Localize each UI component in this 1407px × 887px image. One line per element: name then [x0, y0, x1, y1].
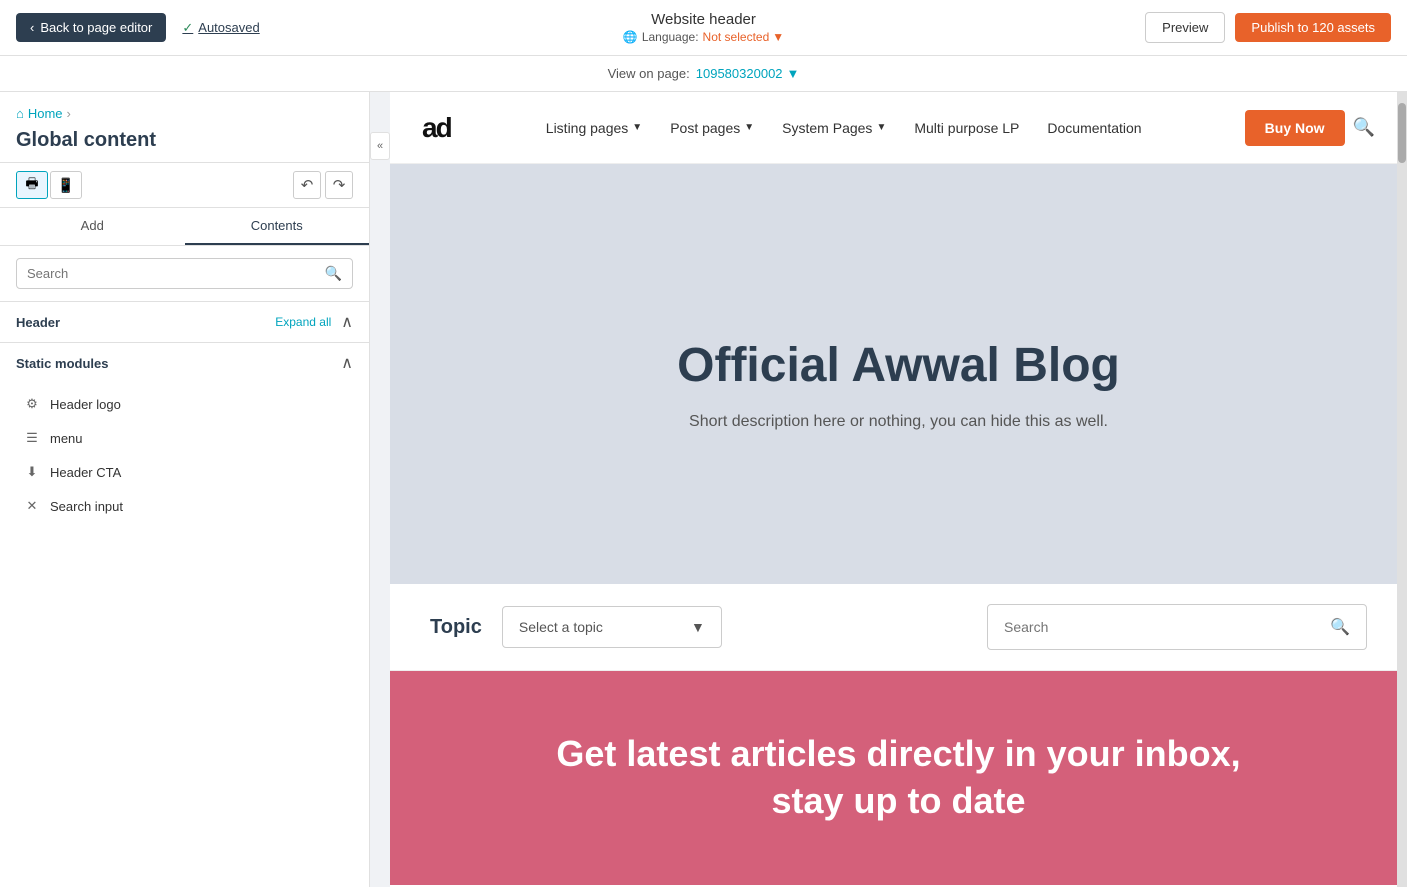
sidebar-search-area: 🔍: [0, 246, 369, 302]
search-input[interactable]: [27, 266, 317, 281]
chevron-down-icon: ▼: [772, 30, 784, 44]
check-icon: ✓: [182, 20, 193, 36]
desktop-device-button[interactable]: 🖶: [16, 171, 48, 199]
filter-search-wrap: 🔍: [987, 604, 1367, 650]
site-menu: Listing pages ▼ Post pages ▼ System Page…: [532, 112, 1156, 144]
autosaved-label[interactable]: ✓ Autosaved: [182, 20, 259, 36]
filter-row: Topic Select a topic ▼ 🔍: [390, 584, 1407, 671]
globe-icon: 🌐: [623, 30, 638, 44]
sidebar: ⌂ Home › Global content 🖶 📱 ↶ ↷ Add: [0, 92, 370, 887]
back-to-editor-button[interactable]: ‹ Back to page editor: [16, 13, 166, 42]
filter-search-icon: 🔍: [1330, 617, 1350, 637]
module-item-header-logo[interactable]: ⚙ Header logo: [0, 387, 369, 421]
topic-select-placeholder: Select a topic: [519, 619, 603, 635]
static-modules-title: Static modules: [16, 356, 108, 371]
top-bar-center: Website header 🌐 Language: Not selected …: [623, 11, 784, 44]
header-section-header: Header Expand all ∧: [0, 302, 369, 342]
static-modules-collapse-button[interactable]: ∧: [341, 353, 353, 373]
site-nav: ad Listing pages ▼ Post pages ▼ System P…: [390, 92, 1407, 164]
sidebar-page-title: Global content: [16, 129, 353, 152]
sidebar-collapse-button[interactable]: «: [370, 132, 390, 160]
sidebar-header: ⌂ Home › Global content: [0, 92, 369, 163]
menu-item-listing-pages[interactable]: Listing pages ▼: [532, 112, 656, 144]
preview-wrap: ad Listing pages ▼ Post pages ▼ System P…: [390, 92, 1407, 887]
hero-section: Official Awwal Blog Short description he…: [390, 164, 1407, 584]
mobile-icon: 📱: [57, 177, 74, 194]
hero-title: Official Awwal Blog: [677, 338, 1120, 393]
header-section-title: Header: [16, 315, 60, 330]
breadcrumb[interactable]: ⌂ Home ›: [16, 106, 353, 121]
module-list: ⚙ Header logo ☰ menu ⬇ Header CTA ✕ Sear…: [0, 383, 369, 527]
nav-search-icon[interactable]: 🔍: [1353, 117, 1375, 138]
scroll-thumb[interactable]: [1398, 103, 1406, 163]
menu-item-post-pages[interactable]: Post pages ▼: [656, 112, 768, 144]
undo-button[interactable]: ↶: [293, 171, 321, 199]
download-icon: ⬇: [24, 464, 40, 480]
view-on-page: View on page: 109580320002 ▼: [608, 66, 800, 81]
cta-section: Get latest articles directly in your inb…: [390, 671, 1407, 885]
chevron-down-icon: ▼: [787, 66, 800, 81]
redo-button[interactable]: ↷: [325, 171, 353, 199]
menu-item-documentation[interactable]: Documentation: [1033, 112, 1155, 144]
scrollbar[interactable]: [1397, 92, 1407, 887]
chevron-down-icon: ▼: [744, 122, 754, 133]
topic-label: Topic: [430, 616, 482, 639]
site-logo: ad: [422, 112, 451, 144]
page-id-link[interactable]: 109580320002 ▼: [696, 66, 800, 81]
menu-item-system-pages[interactable]: System Pages ▼: [768, 112, 900, 144]
preview-button[interactable]: Preview: [1145, 12, 1225, 43]
content-area: ad Listing pages ▼ Post pages ▼ System P…: [390, 92, 1407, 887]
main-layout: ⌂ Home › Global content 🖶 📱 ↶ ↷ Add: [0, 92, 1407, 887]
menu-icon: ☰: [24, 430, 40, 446]
desktop-icon: 🖶: [25, 173, 38, 197]
buy-now-button[interactable]: Buy Now: [1245, 110, 1345, 146]
module-item-menu[interactable]: ☰ menu: [0, 421, 369, 455]
tab-contents[interactable]: Contents: [185, 208, 370, 245]
module-item-header-cta[interactable]: ⬇ Header CTA: [0, 455, 369, 489]
filter-search-input[interactable]: [1004, 619, 1320, 635]
module-item-search-input[interactable]: ✕ Search input: [0, 489, 369, 523]
search-wrapper: 🔍: [16, 258, 353, 289]
language-value[interactable]: Not selected ▼: [703, 30, 785, 44]
chevron-down-icon: ▼: [876, 122, 886, 133]
publish-button[interactable]: Publish to 120 assets: [1235, 13, 1391, 42]
breadcrumb-separator: ›: [67, 106, 71, 121]
language-selector[interactable]: 🌐 Language: Not selected ▼: [623, 30, 784, 44]
hero-description: Short description here or nothing, you c…: [689, 413, 1108, 431]
device-toggle-group: 🖶 📱: [16, 171, 82, 199]
tab-add[interactable]: Add: [0, 208, 185, 245]
image-icon: ⚙: [24, 396, 40, 412]
mobile-device-button[interactable]: 📱: [50, 171, 82, 199]
chevron-down-icon: ▼: [691, 619, 705, 635]
x-icon: ✕: [24, 498, 40, 514]
page-title: Website header: [623, 11, 784, 28]
menu-item-multi-purpose-lp[interactable]: Multi purpose LP: [900, 112, 1033, 144]
expand-all-button[interactable]: Expand all: [275, 315, 331, 329]
cta-title: Get latest articles directly in your inb…: [549, 731, 1249, 825]
history-buttons: ↶ ↷: [293, 171, 353, 199]
back-arrow-icon: ‹: [30, 20, 34, 35]
device-row: 🖶 📱 ↶ ↷: [0, 163, 369, 208]
header-section-collapse-button[interactable]: ∧: [341, 312, 353, 332]
sidebar-tabs: Add Contents: [0, 208, 369, 246]
static-modules-header: Static modules ∧: [0, 343, 369, 383]
search-icon: 🔍: [325, 265, 342, 282]
home-icon: ⌂: [16, 106, 24, 121]
top-bar: ‹ Back to page editor ✓ Autosaved Websit…: [0, 0, 1407, 56]
top-bar-left: ‹ Back to page editor ✓ Autosaved: [16, 13, 260, 42]
top-bar-right: Preview Publish to 120 assets: [1145, 12, 1391, 43]
chevron-down-icon: ▼: [632, 122, 642, 133]
topic-select-dropdown[interactable]: Select a topic ▼: [502, 606, 722, 648]
sub-bar: View on page: 109580320002 ▼: [0, 56, 1407, 92]
